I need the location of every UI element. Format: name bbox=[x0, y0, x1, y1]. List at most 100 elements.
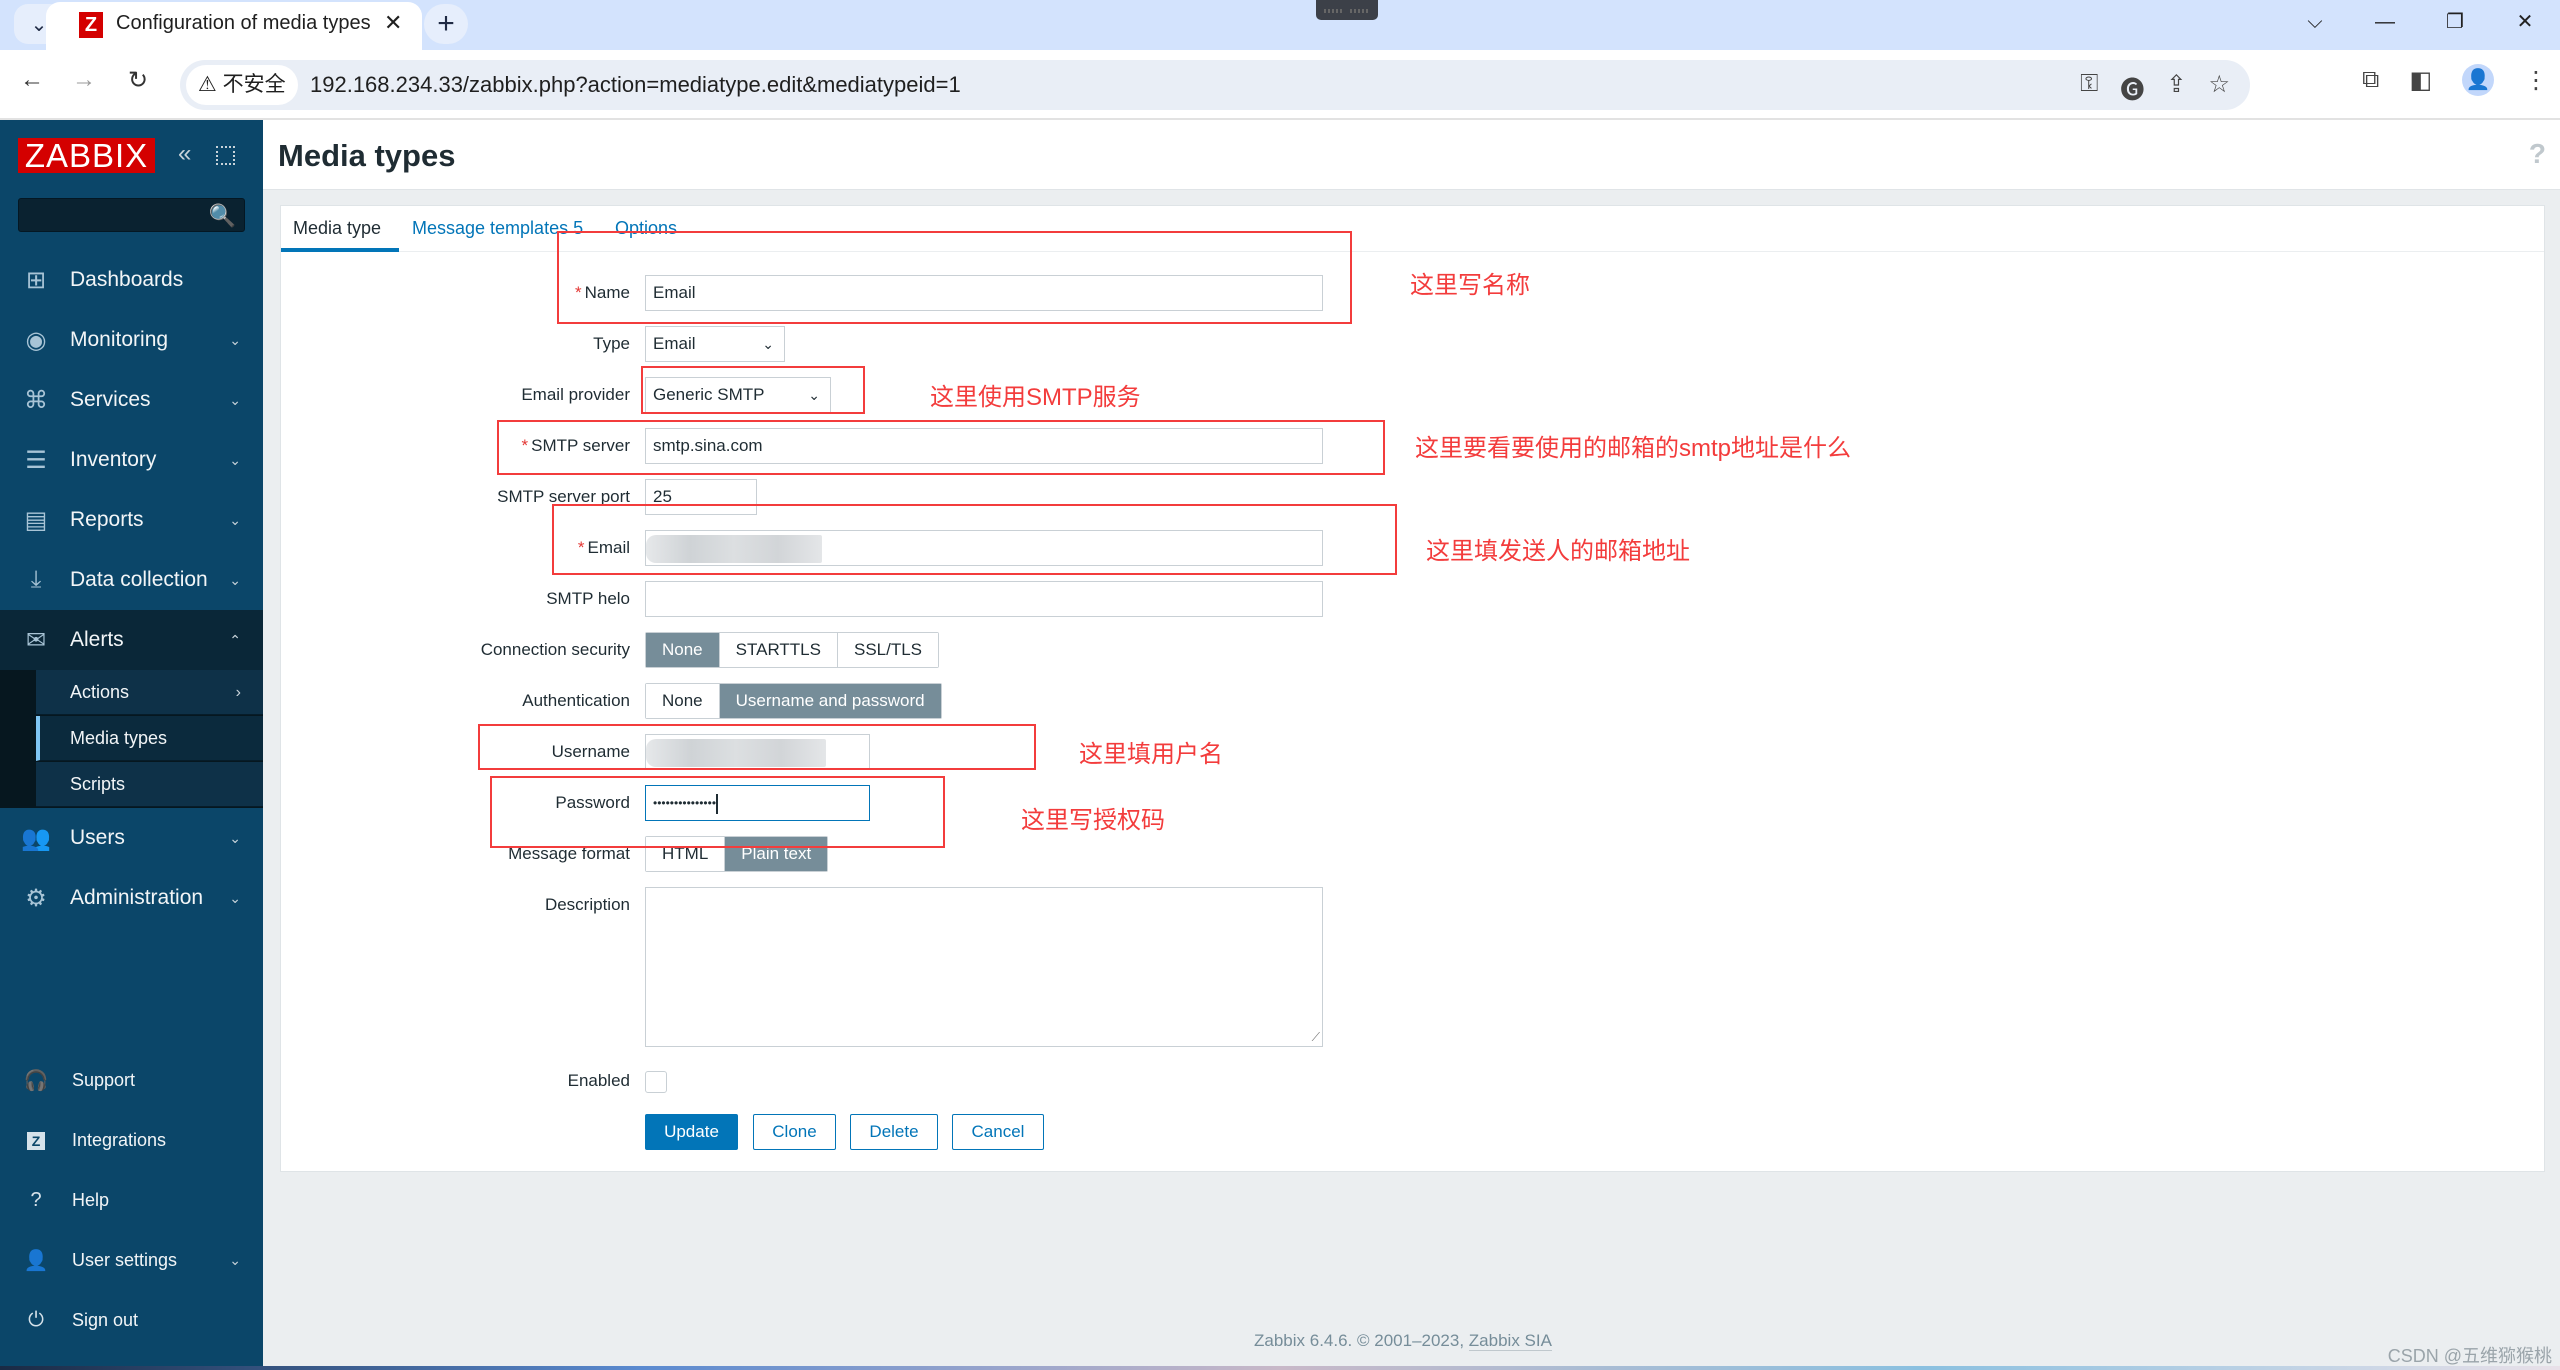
message-format-html[interactable]: HTML bbox=[646, 837, 725, 871]
sidebar-item-scripts[interactable]: Scripts bbox=[36, 762, 263, 807]
sidebar-item-label: Administration bbox=[70, 886, 204, 909]
delete-button[interactable]: Delete bbox=[850, 1114, 938, 1150]
dashboard-icon: ⊞ bbox=[25, 266, 47, 294]
extensions-icon[interactable]: ⧉ bbox=[2362, 66, 2379, 94]
side-panel-icon[interactable]: ◧ bbox=[2409, 66, 2432, 95]
user-icon: 👤 bbox=[23, 1249, 49, 1272]
help-icon[interactable]: ? bbox=[2529, 138, 2546, 170]
sidebar-item-reports[interactable]: ▤ Reports ⌄ bbox=[0, 490, 263, 550]
smtp-server-label: * SMTP server bbox=[521, 436, 631, 455]
connection-security-starttls[interactable]: STARTTLS bbox=[718, 633, 837, 667]
cancel-button[interactable]: Cancel bbox=[952, 1114, 1044, 1150]
sidebar-item-label: Inventory bbox=[70, 448, 157, 471]
browser-tabstrip: ⌄ Z Configuration of media types ✕ + ⌵ —… bbox=[0, 0, 2560, 50]
collapse-sidebar-icon[interactable]: « bbox=[178, 140, 191, 168]
name-label: * Name bbox=[575, 283, 630, 302]
browser-menu-icon[interactable]: ⋮ bbox=[2524, 66, 2548, 95]
connection-security-ssl-tls[interactable]: SSL/TLS bbox=[836, 633, 939, 667]
redacted-value bbox=[646, 739, 826, 767]
password-key-icon[interactable]: ⚿ bbox=[2080, 70, 2098, 105]
enabled-checkbox[interactable] bbox=[645, 1071, 667, 1093]
update-button[interactable]: Update bbox=[645, 1114, 738, 1150]
sidebar-item-integrations[interactable]: Z Integrations bbox=[0, 1112, 263, 1168]
sidebar-item-label: Help bbox=[72, 1189, 110, 1210]
sidebar-item-label: Sign out bbox=[72, 1309, 139, 1330]
sidebar-item-label: Actions bbox=[70, 682, 130, 702]
name-input[interactable]: Email bbox=[645, 275, 1323, 311]
sidebar-item-services[interactable]: ⌘ Services ⌄ bbox=[0, 370, 263, 430]
message-format-row: Message format HTML Plain text bbox=[281, 836, 2544, 872]
share-icon[interactable]: ⇪ bbox=[2166, 70, 2186, 105]
url-text[interactable]: 192.168.234.33/zabbix.php?action=mediaty… bbox=[310, 72, 961, 98]
window-controls: ⌵ — ❐ ✕ bbox=[2280, 0, 2560, 44]
zabbix-logo[interactable]: ZABBIX bbox=[18, 138, 155, 174]
resize-grip-icon[interactable]: ⟋ bbox=[1312, 1030, 1320, 1045]
search-icon[interactable]: 🔍 bbox=[209, 203, 236, 229]
browser-tab-active[interactable]: Z Configuration of media types ✕ bbox=[46, 2, 422, 50]
watermark: CSDN @五维猕猴桃 bbox=[2387, 1346, 2552, 1366]
sidebar-item-users[interactable]: 👥 Users ⌄ bbox=[0, 808, 263, 868]
forward-icon[interactable]: → bbox=[72, 66, 96, 94]
clone-button[interactable]: Clone bbox=[753, 1114, 836, 1150]
sidebar-item-user-settings[interactable]: 👤 User settings ⌄ bbox=[0, 1232, 263, 1288]
sidebar-search-input[interactable]: 🔍 bbox=[18, 198, 245, 232]
email-provider-select[interactable]: Generic SMTP ⌄ bbox=[645, 377, 831, 413]
smtp-helo-label: SMTP helo bbox=[546, 589, 630, 608]
minimize-icon[interactable]: — bbox=[2350, 0, 2420, 44]
sidebar-item-alerts[interactable]: ✉ Alerts ⌃ bbox=[0, 610, 263, 670]
back-icon[interactable]: ← bbox=[20, 66, 44, 94]
kiosk-mode-icon[interactable] bbox=[216, 146, 235, 165]
smtp-helo-input[interactable] bbox=[645, 581, 1323, 617]
sidebar-item-help[interactable]: ? Help bbox=[0, 1172, 263, 1228]
email-input[interactable] bbox=[645, 530, 1323, 566]
sidebar-item-support[interactable]: 🎧 Support bbox=[0, 1052, 263, 1108]
reload-icon[interactable]: ↻ bbox=[128, 66, 148, 95]
new-tab-button[interactable]: + bbox=[424, 4, 468, 44]
message-format-plain-text[interactable]: Plain text bbox=[724, 837, 828, 871]
sidebar-item-dashboards[interactable]: ⊞ Dashboards bbox=[0, 250, 263, 310]
sidebar-item-actions[interactable]: Actions › bbox=[36, 670, 263, 715]
form-tabs: Media type Message templates 5 Options bbox=[281, 206, 2544, 252]
annotation-name: 这里写名称 bbox=[1410, 272, 1530, 299]
enabled-label: Enabled bbox=[567, 1071, 630, 1090]
smtp-port-input[interactable]: 25 bbox=[645, 479, 757, 515]
sidebar-item-data-collection[interactable]: ⤓ Data collection ⌄ bbox=[0, 550, 263, 610]
close-window-icon[interactable]: ✕ bbox=[2490, 0, 2560, 44]
sidebar-item-monitoring[interactable]: ◉ Monitoring ⌄ bbox=[0, 310, 263, 370]
tab-message-templates[interactable]: Message templates 5 bbox=[412, 218, 583, 239]
annotation-provider: 这里使用SMTP服务 bbox=[930, 384, 1141, 411]
alerts-submenu: Actions › Media types Scripts bbox=[0, 670, 263, 808]
type-select[interactable]: Email ⌄ bbox=[645, 326, 785, 362]
description-row: Description ⟋ bbox=[281, 887, 2544, 1049]
description-label: Description bbox=[544, 895, 630, 914]
authentication-none[interactable]: None bbox=[646, 684, 719, 718]
description-textarea[interactable]: ⟋ bbox=[645, 887, 1323, 1047]
security-indicator[interactable]: ⚠ 不安全 bbox=[186, 65, 298, 105]
smtp-server-input[interactable]: smtp.sina.com bbox=[645, 428, 1323, 464]
tab-title: Configuration of media types bbox=[116, 12, 371, 34]
translate-icon[interactable]: 🅖 bbox=[2120, 70, 2144, 105]
tab-close-icon[interactable]: ✕ bbox=[384, 10, 402, 36]
profile-avatar-icon[interactable]: 👤 bbox=[2462, 64, 2494, 96]
tab-list-icon[interactable]: ⌵ bbox=[2280, 0, 2350, 44]
power-icon: ⏻ bbox=[28, 1308, 44, 1331]
chevron-right-icon: › bbox=[235, 684, 241, 701]
tab-media-type[interactable]: Media type bbox=[293, 218, 381, 239]
connection-security-label: Connection security bbox=[480, 640, 630, 659]
password-input[interactable]: ••••••••••••••• bbox=[645, 785, 870, 821]
zabbix-sia-link[interactable]: Zabbix SIA bbox=[1468, 1331, 1552, 1351]
restore-icon[interactable]: ❐ bbox=[2420, 0, 2490, 44]
sidebar-item-administration[interactable]: ⚙ Administration ⌄ bbox=[0, 868, 263, 928]
bookmark-star-icon[interactable]: ☆ bbox=[2208, 70, 2230, 105]
chevron-down-icon: ⌄ bbox=[229, 1251, 241, 1268]
username-input[interactable] bbox=[645, 734, 870, 770]
sidebar-item-inventory[interactable]: ☰ Inventory ⌄ bbox=[0, 430, 263, 490]
sidebar-item-label: Integrations bbox=[72, 1129, 167, 1150]
authentication-username-password[interactable]: Username and password bbox=[718, 684, 941, 718]
sidebar-item-sign-out[interactable]: ⏻ Sign out bbox=[0, 1292, 263, 1348]
connection-security-none[interactable]: None bbox=[646, 633, 719, 667]
sidebar-item-media-types[interactable]: Media types bbox=[36, 716, 263, 761]
tab-options[interactable]: Options bbox=[615, 218, 677, 239]
address-bar[interactable]: ⚠ 不安全 192.168.234.33/zabbix.php?action=m… bbox=[180, 60, 2250, 110]
authentication-toggle: None Username and password bbox=[645, 683, 942, 719]
